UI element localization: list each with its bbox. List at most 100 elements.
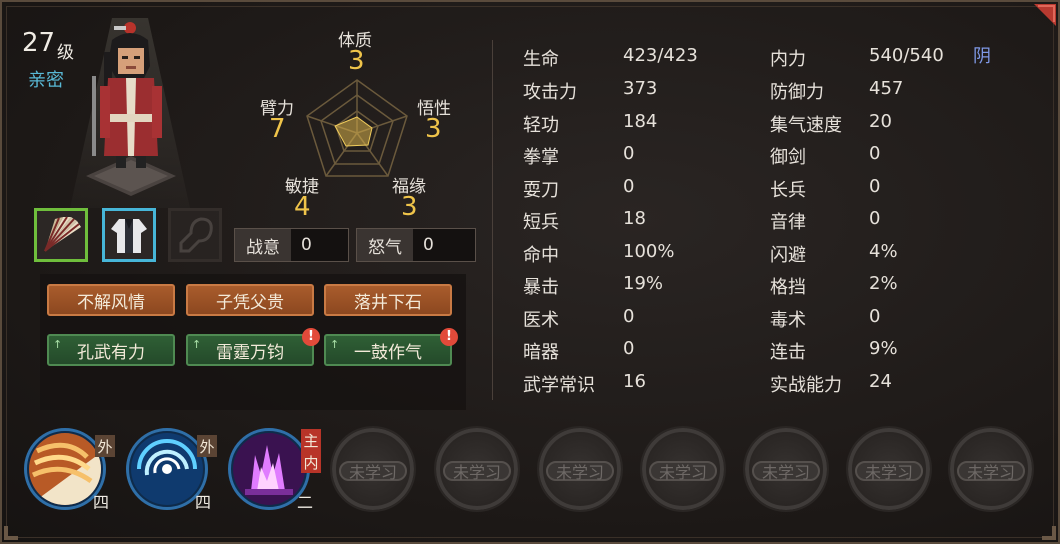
skill-slot-locked[interactable]: 未学习 — [743, 426, 829, 512]
skill-slot-locked[interactable]: 未学习 — [537, 426, 623, 512]
stat-value: 20 — [869, 111, 892, 132]
locked-label: 未学习 — [752, 461, 820, 482]
stat-value: 457 — [869, 78, 904, 99]
stat-label: 轻功 — [523, 115, 559, 136]
skill-type-badge: 内 — [301, 451, 321, 473]
stat-value: 184 — [623, 111, 658, 132]
accessory-placeholder-icon — [179, 217, 213, 253]
trait-positive-3[interactable]: ↑ 一鼓作气 ! — [324, 328, 458, 366]
skill-grade: 四 — [93, 493, 110, 512]
alert-icon: ! — [440, 328, 458, 346]
skill-slot-locked[interactable]: 未学习 — [640, 426, 726, 512]
skill-slot-locked[interactable]: 未学习 — [846, 426, 932, 512]
stat-label: 连击 — [770, 342, 806, 363]
zhanyi-value: 0 — [291, 229, 348, 261]
stat-label: 耍刀 — [523, 180, 559, 201]
corner-ornament-icon — [1042, 526, 1056, 540]
trait-positive-1[interactable]: ↑ 孔武有力 — [47, 334, 175, 366]
up-arrow-icon: ↑ — [53, 338, 63, 351]
stat-label: 生命 — [523, 49, 559, 70]
stat-label: 音律 — [770, 212, 806, 233]
up-arrow-icon: ↑ — [192, 338, 202, 351]
locked-label: 未学习 — [339, 461, 407, 482]
nuqi-label: 怒气 — [357, 229, 413, 261]
skill-slot-1[interactable]: 外 四 — [24, 428, 115, 512]
stat-value: 0 — [623, 306, 635, 327]
robe-icon — [111, 219, 147, 253]
trait-positive-2[interactable]: ↑ 雷霆万钧 ! — [186, 328, 320, 366]
divider — [492, 40, 493, 400]
alert-icon: ! — [302, 328, 320, 346]
skill-type-badge: 外 — [197, 435, 217, 457]
locked-label: 未学习 — [546, 461, 614, 482]
level-number: 27 — [22, 28, 56, 58]
stat-value: 0 — [623, 176, 635, 197]
stat-value: 0 — [869, 306, 881, 327]
skill-type-badge: 外 — [95, 435, 115, 457]
close-corner-icon[interactable] — [1034, 4, 1056, 26]
skill-slot-2[interactable]: 外 四 — [126, 428, 217, 512]
zhanyi-label: 战意 — [235, 229, 291, 261]
stat-value: 100% — [623, 241, 675, 262]
trait-label: 子凭父贵 — [216, 292, 284, 313]
locked-label: 未学习 — [855, 461, 923, 482]
stat-label: 暗器 — [523, 342, 559, 363]
relation-status: 亲密 — [28, 70, 64, 91]
equip-slot-armor[interactable] — [102, 208, 156, 262]
stat-label: 攻击力 — [523, 82, 577, 103]
attr-bili-value: 7 — [269, 114, 286, 144]
fan-icon — [44, 216, 81, 252]
whirlwind-icon — [131, 433, 203, 505]
skill-slot-locked[interactable]: 未学习 — [330, 426, 416, 512]
nuqi-box: 怒气 0 — [356, 228, 476, 262]
equip-slot-accessory[interactable] — [168, 208, 222, 262]
stat-value: 24 — [869, 371, 892, 392]
skill-slot-locked[interactable]: 未学习 — [434, 426, 520, 512]
stat-value: 540/540 — [869, 45, 944, 66]
stat-label: 御剑 — [770, 147, 806, 168]
stat-value: 423/423 — [623, 45, 698, 66]
stat-value: 19% — [623, 273, 664, 294]
stat-label: 格挡 — [770, 277, 806, 298]
attribute-radar-chart — [306, 79, 408, 177]
trait-label: 雷霆万钧 — [216, 342, 284, 363]
skill-slot-locked[interactable]: 未学习 — [948, 426, 1034, 512]
stat-value: 0 — [869, 208, 881, 229]
stat-value: 0 — [623, 338, 635, 359]
stat-label: 防御力 — [770, 82, 824, 103]
stat-value: 18 — [623, 208, 646, 229]
stat-label: 命中 — [523, 245, 559, 266]
stat-label: 集气速度 — [770, 115, 842, 136]
stat-label: 实战能力 — [770, 375, 842, 396]
skill-main-badge: 主 — [301, 429, 321, 451]
equip-slot-weapon[interactable] — [34, 208, 88, 262]
stat-label: 暴击 — [523, 277, 559, 298]
trait-negative-2[interactable]: 子凭父贵 — [186, 284, 314, 316]
stat-value: 373 — [623, 78, 658, 99]
stat-label: 武学常识 — [523, 375, 595, 396]
character-panel: 27 级 亲密 体质 3 悟性 3 福缘 3 敏捷 4 臂力 7 战意 0 怒气… — [0, 0, 1060, 544]
stat-label: 拳掌 — [523, 147, 559, 168]
nuqi-value: 0 — [413, 229, 475, 261]
trait-label: 落井下石 — [354, 292, 422, 313]
stat-value: 0 — [869, 176, 881, 197]
stat-label: 医术 — [523, 310, 559, 331]
skill-grade: 四 — [195, 493, 212, 512]
stat-label: 内力 — [770, 49, 806, 70]
level-unit: 级 — [57, 43, 74, 63]
trait-negative-1[interactable]: 不解风情 — [47, 284, 175, 316]
stat-value: 4% — [869, 241, 898, 262]
attr-fuyuan-value: 3 — [401, 192, 418, 222]
trait-label: 孔武有力 — [77, 342, 145, 363]
skill-slot-3[interactable]: 主 内 二 — [228, 428, 321, 512]
stat-value: 0 — [869, 143, 881, 164]
stat-label: 毒术 — [770, 310, 806, 331]
trait-label: 不解风情 — [77, 292, 145, 313]
stat-value: 9% — [869, 338, 898, 359]
fan-strike-icon — [29, 433, 101, 505]
trait-label: 一鼓作气 — [354, 342, 422, 363]
stat-value: 2% — [869, 273, 898, 294]
purple-flame-icon — [233, 433, 305, 505]
trait-negative-3[interactable]: 落井下石 — [324, 284, 452, 316]
corner-ornament-icon — [4, 526, 18, 540]
